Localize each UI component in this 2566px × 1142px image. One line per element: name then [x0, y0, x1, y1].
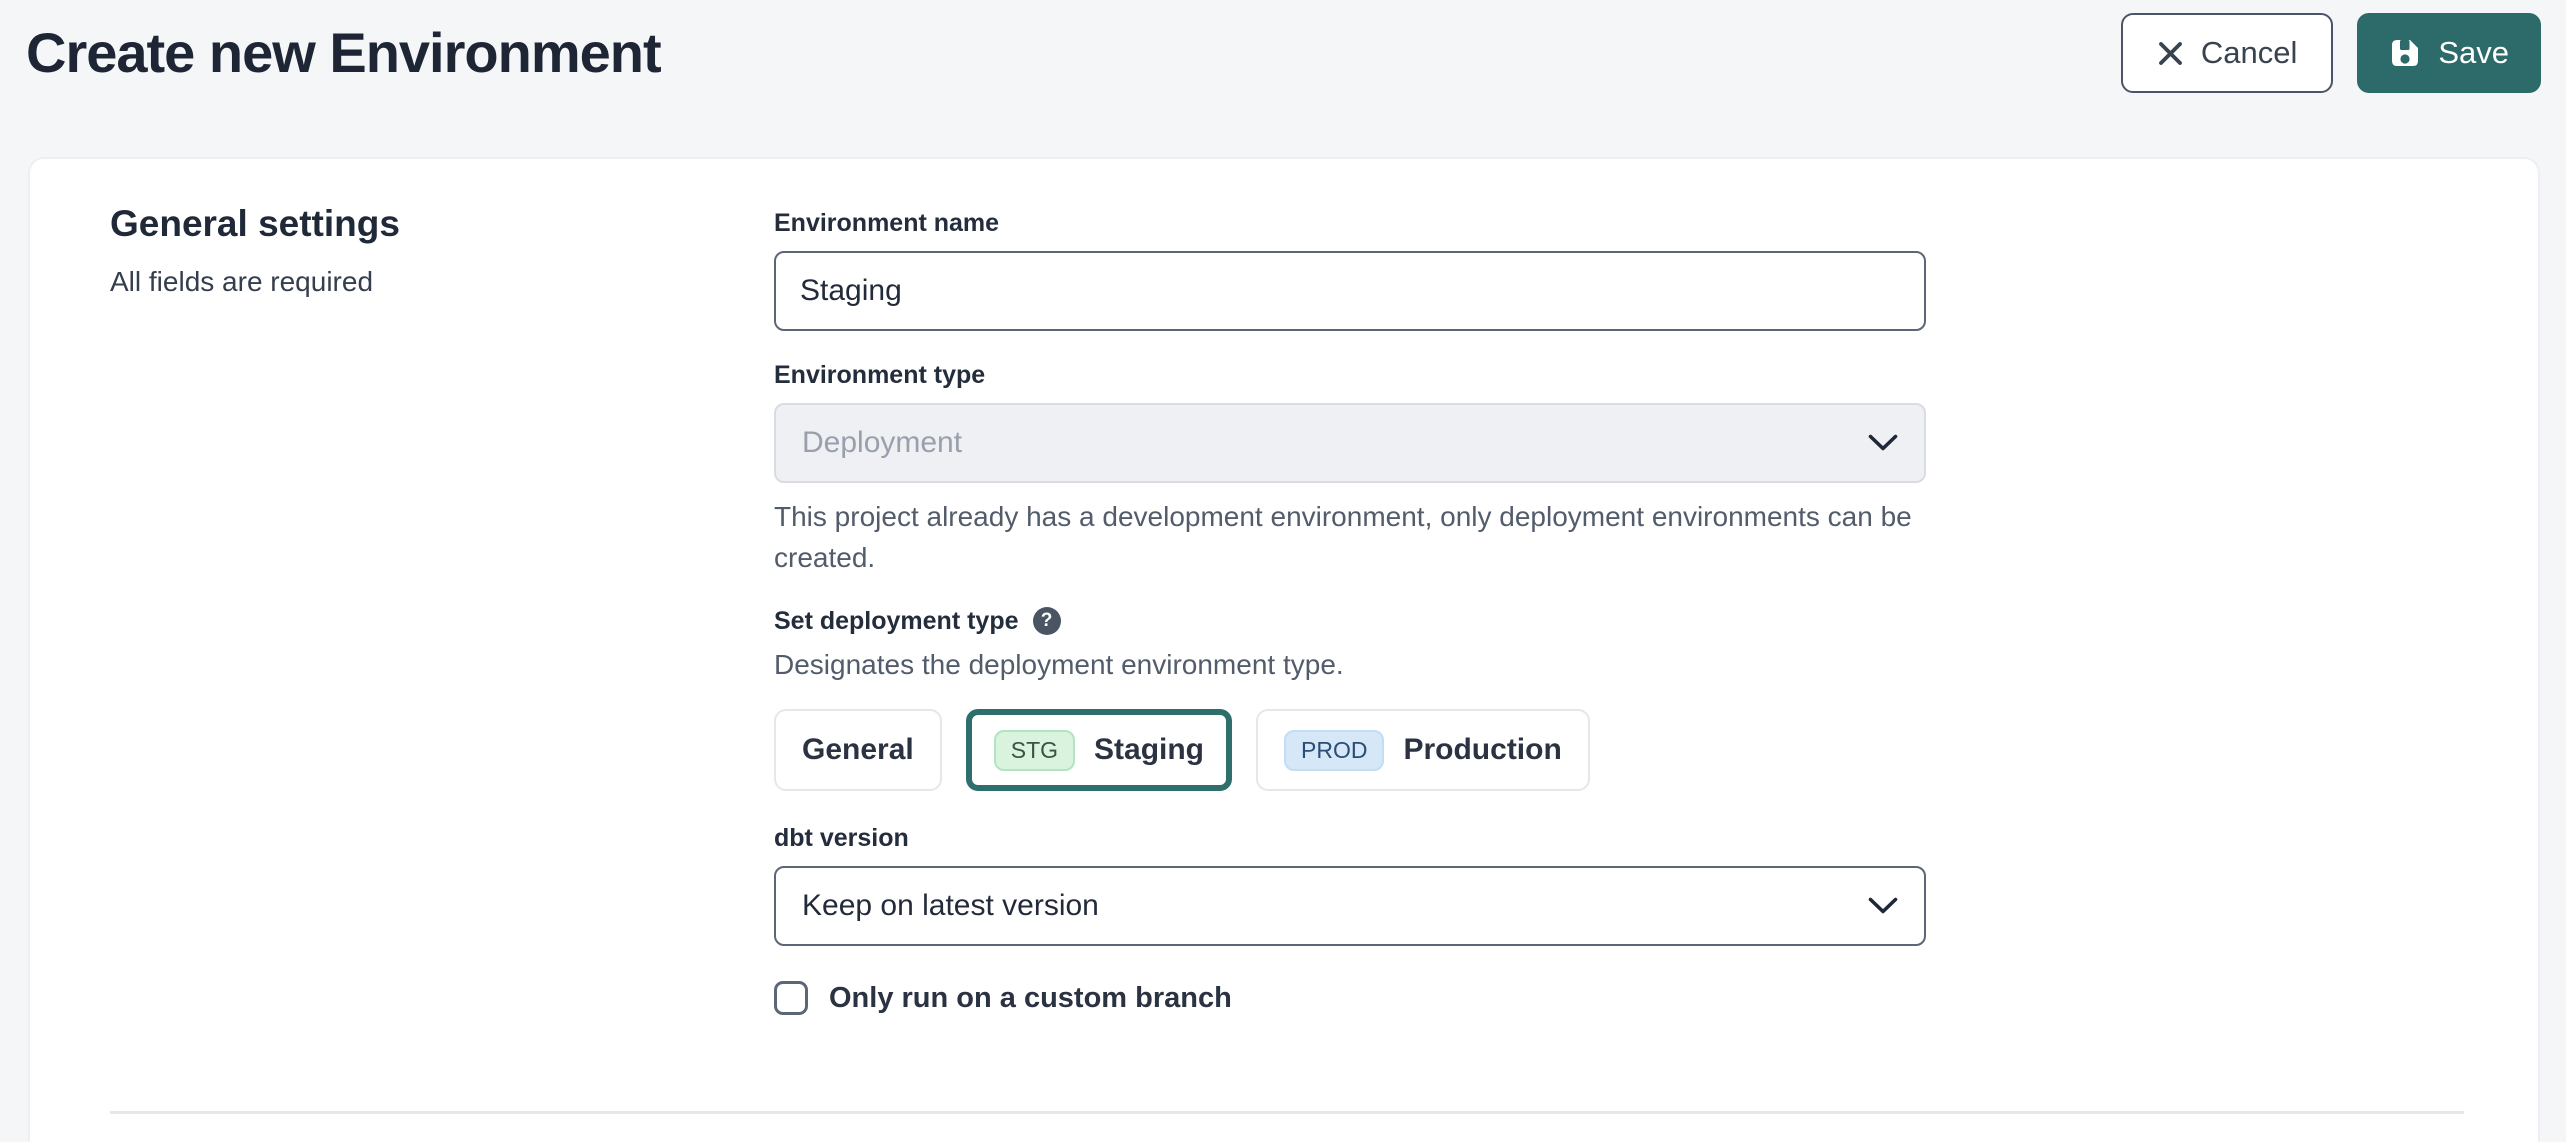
- deployment-type-description: Designates the deployment environment ty…: [774, 649, 1926, 681]
- chevron-down-icon: [1868, 897, 1898, 915]
- environment-name-input[interactable]: [774, 251, 1926, 331]
- dbt-version-value: Keep on latest version: [802, 889, 1099, 923]
- create-environment-page: Create new Environment Cancel: [0, 0, 2566, 1142]
- option-general-label: General: [802, 733, 914, 767]
- header-actions: Cancel Save: [2121, 13, 2541, 93]
- deployment-type-option-production[interactable]: PROD Production: [1256, 709, 1590, 791]
- section-title: General settings: [110, 203, 400, 245]
- page-header: Create new Environment Cancel: [0, 0, 2566, 120]
- environment-type-helper: This project already has a development e…: [774, 496, 1934, 578]
- cancel-button[interactable]: Cancel: [2121, 13, 2334, 93]
- save-icon: [2389, 37, 2421, 69]
- deployment-type-option-general[interactable]: General: [774, 709, 942, 791]
- help-icon[interactable]: ?: [1033, 607, 1061, 635]
- deployment-type-options: General STG Staging PROD Production: [774, 709, 1926, 791]
- custom-branch-row[interactable]: Only run on a custom branch: [774, 981, 1926, 1015]
- section-heading-block: General settings All fields are required: [110, 203, 400, 298]
- custom-branch-label: Only run on a custom branch: [829, 982, 1232, 1015]
- dbt-version-label: dbt version: [774, 824, 1926, 852]
- environment-type-value: Deployment: [802, 426, 962, 460]
- chevron-down-icon: [1868, 434, 1898, 452]
- deployment-type-option-staging[interactable]: STG Staging: [966, 709, 1232, 791]
- dbt-version-select[interactable]: Keep on latest version: [774, 866, 1926, 946]
- environment-name-label: Environment name: [774, 209, 1926, 237]
- environment-form: Environment name Environment type Deploy…: [774, 209, 1926, 1015]
- deployment-type-label-row: Set deployment type ?: [774, 607, 1926, 635]
- cancel-label: Cancel: [2201, 35, 2298, 71]
- environment-type-label: Environment type: [774, 361, 1926, 389]
- save-button[interactable]: Save: [2357, 13, 2541, 93]
- option-staging-label: Staging: [1094, 733, 1204, 767]
- environment-type-select: Deployment: [774, 403, 1926, 483]
- deployment-type-label: Set deployment type: [774, 607, 1019, 635]
- stg-badge: STG: [994, 730, 1075, 771]
- page-title: Create new Environment: [26, 20, 661, 85]
- close-icon: [2157, 40, 2184, 67]
- custom-branch-checkbox[interactable]: [774, 981, 808, 1015]
- prod-badge: PROD: [1284, 730, 1384, 771]
- save-label: Save: [2438, 35, 2509, 71]
- general-settings-card: General settings All fields are required…: [28, 157, 2540, 1142]
- section-divider: [110, 1111, 2464, 1114]
- option-production-label: Production: [1403, 733, 1561, 767]
- section-subtitle: All fields are required: [110, 266, 400, 298]
